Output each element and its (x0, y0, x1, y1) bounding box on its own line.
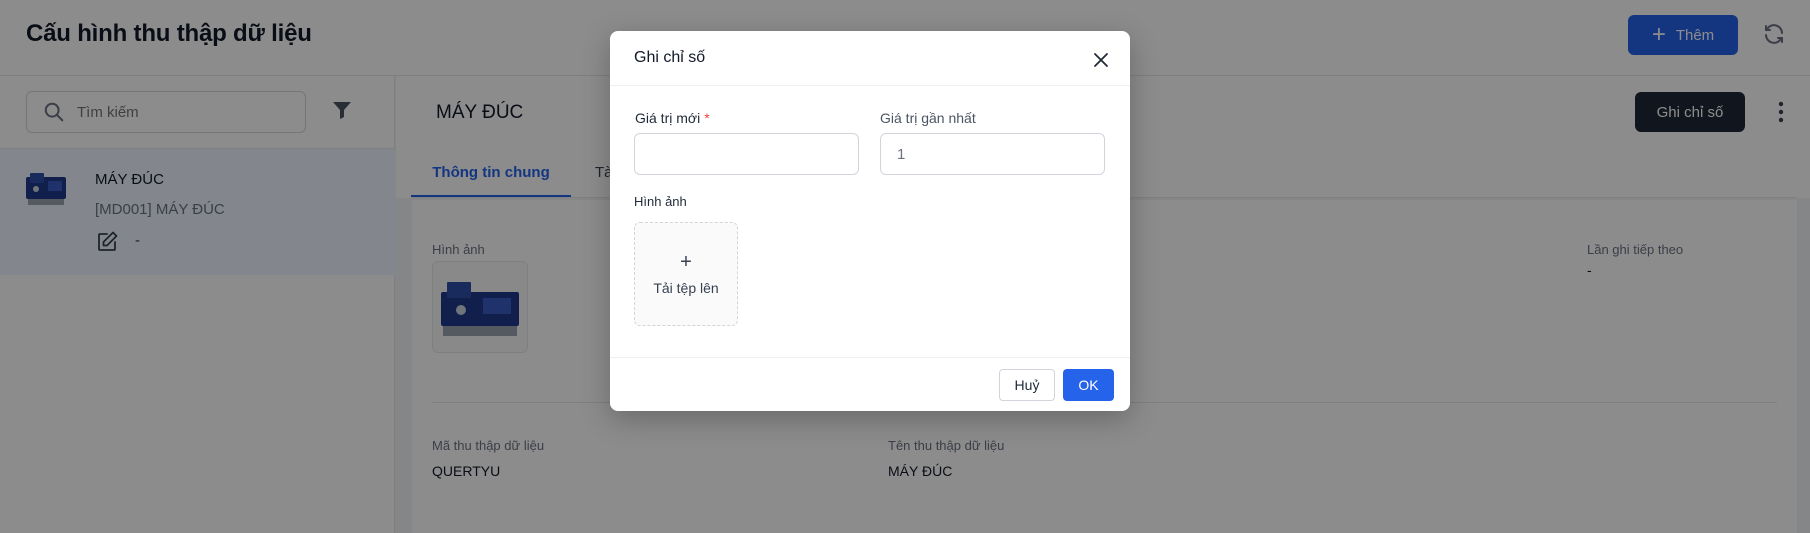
new-value-label: Giá trị mới * (635, 110, 710, 126)
record-reading-modal: Ghi chỉ số Giá trị mới * Giá trị gần nhất… (610, 31, 1130, 411)
upload-button[interactable]: + Tải tệp lên (634, 222, 738, 326)
recent-value-input[interactable] (880, 133, 1105, 175)
new-value-input[interactable] (634, 133, 859, 175)
ok-button[interactable]: OK (1063, 369, 1114, 401)
cancel-button[interactable]: Huỷ (999, 369, 1055, 401)
modal-title: Ghi chỉ số (634, 49, 706, 66)
recent-value-label: Giá trị gần nhất (880, 110, 976, 126)
plus-icon: + (680, 251, 692, 273)
upload-label: Tải tệp lên (653, 280, 719, 296)
new-value-label-text: Giá trị mới (635, 110, 701, 126)
modal-header: Ghi chỉ số (610, 31, 1130, 86)
modal-footer-divider (610, 357, 1130, 358)
modal-image-label: Hình ảnh (634, 194, 687, 209)
required-mark: * (704, 110, 710, 126)
close-icon[interactable] (1093, 52, 1109, 68)
